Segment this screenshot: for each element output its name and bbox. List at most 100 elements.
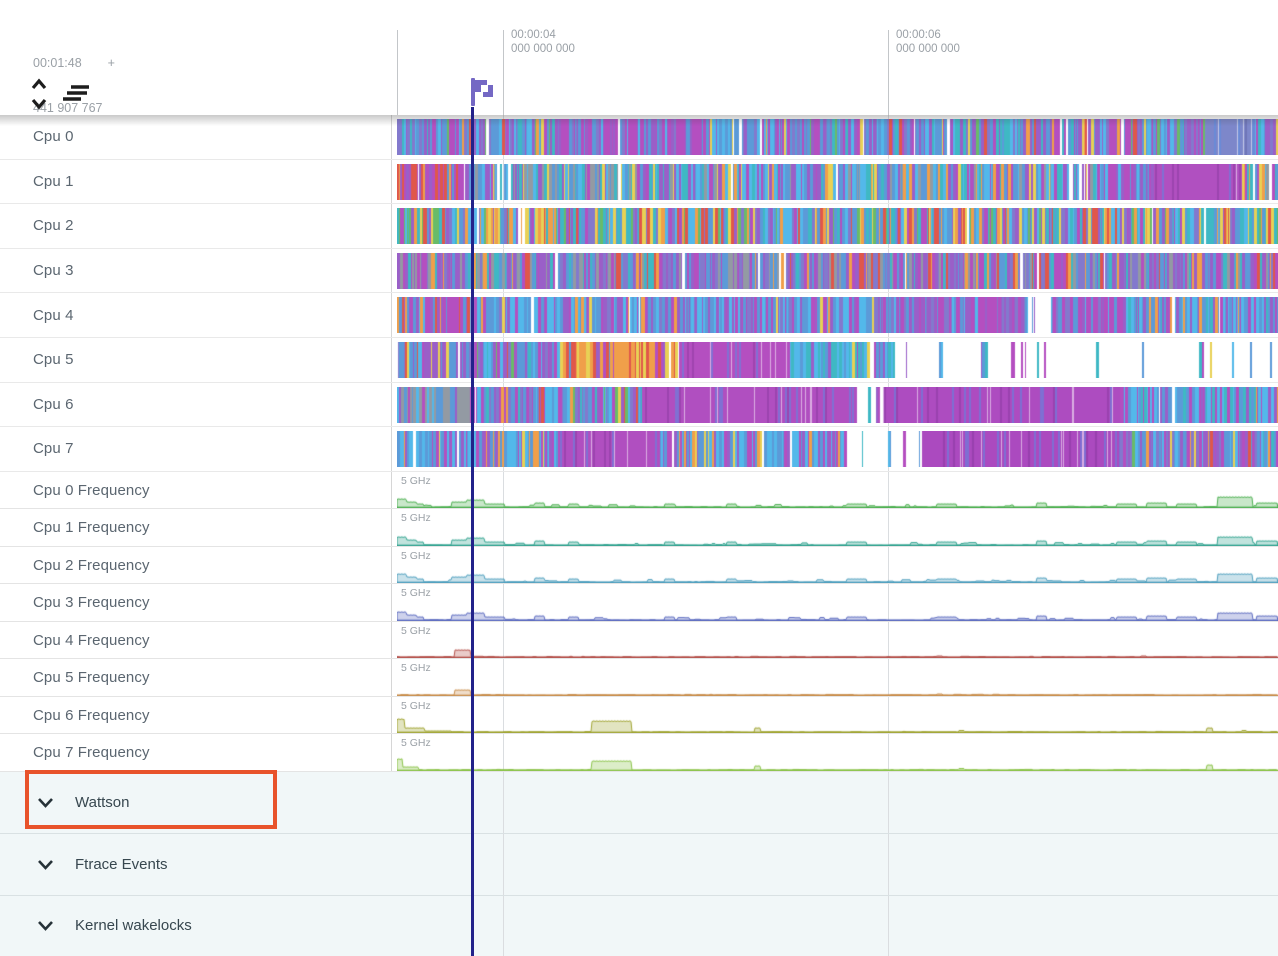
unfold-more-icon[interactable] — [29, 78, 49, 110]
track-label: Cpu 6 Frequency — [33, 707, 150, 724]
track-label: Cpu 3 Frequency — [33, 594, 150, 611]
track-row-cpu-7[interactable]: Cpu 7 — [0, 427, 1278, 472]
track-row-cpu-1-frequency[interactable]: Cpu 1 Frequency 5 GHz — [0, 509, 1278, 547]
track-row-cpu-7-frequency[interactable]: Cpu 7 Frequency 5 GHz — [0, 734, 1278, 772]
track-row-cpu-0[interactable]: Cpu 0 — [0, 115, 1278, 160]
flag-marker-icon[interactable] — [465, 76, 497, 108]
chevron-down-icon[interactable] — [37, 859, 54, 870]
timeline-gridline — [888, 834, 889, 895]
sched-slices-canvas[interactable] — [397, 164, 1278, 200]
track-timeline-area[interactable] — [392, 383, 1278, 427]
track-row-cpu-6-frequency[interactable]: Cpu 6 Frequency 5 GHz — [0, 697, 1278, 735]
freq-counter-canvas[interactable] — [397, 716, 1278, 733]
track-shell: Cpu 3 — [0, 249, 392, 293]
timeline-gridline — [888, 896, 889, 956]
track-shell: Cpu 1 Frequency — [0, 509, 392, 546]
track-label: Cpu 7 Frequency — [33, 744, 150, 761]
track-shell: Cpu 1 — [0, 160, 392, 204]
track-shell: Cpu 3 Frequency — [0, 584, 392, 621]
track-shell: Cpu 7 Frequency — [0, 734, 392, 771]
track-shell: Cpu 6 — [0, 383, 392, 427]
sched-slices-canvas[interactable] — [397, 119, 1278, 155]
origin-time: 00:01:48 — [33, 56, 82, 70]
track-shell: Cpu 4 — [0, 293, 392, 337]
track-timeline-area[interactable]: 5 GHz — [392, 509, 1278, 546]
sched-slices-canvas[interactable] — [397, 431, 1278, 467]
origin-plus: + — [108, 56, 115, 70]
sched-slices-canvas[interactable] — [397, 208, 1278, 244]
group-label: Kernel wakelocks — [75, 917, 192, 934]
track-list: Cpu 0Cpu 1Cpu 2Cpu 3Cpu 4Cpu 5Cpu 6Cpu 7… — [0, 115, 1278, 956]
counter-max-value-label: 5 GHz — [401, 587, 431, 599]
search-highlight-box — [25, 770, 277, 829]
group-row-wattson[interactable]: Wattson — [0, 772, 1278, 834]
track-label: Cpu 1 Frequency — [33, 519, 150, 536]
track-label: Cpu 0 — [33, 128, 74, 145]
counter-max-value-label: 5 GHz — [401, 550, 431, 562]
counter-max-value-label: 5 GHz — [401, 475, 431, 487]
ruler-tick — [397, 30, 398, 115]
track-row-cpu-6[interactable]: Cpu 6 — [0, 383, 1278, 428]
freq-counter-canvas[interactable] — [397, 566, 1278, 583]
track-timeline-area[interactable]: 5 GHz — [392, 622, 1278, 659]
track-label: Cpu 4 — [33, 307, 74, 324]
sched-slices-canvas[interactable] — [397, 342, 1278, 378]
sched-slices-canvas[interactable] — [397, 253, 1278, 289]
track-timeline-area[interactable]: 5 GHz — [392, 472, 1278, 509]
track-row-cpu-5-frequency[interactable]: Cpu 5 Frequency5 GHz — [0, 659, 1278, 697]
group-row-kernel-wakelocks[interactable]: Kernel wakelocks — [0, 896, 1278, 956]
track-timeline-area[interactable]: 5 GHz — [392, 659, 1278, 696]
freq-counter-canvas[interactable] — [397, 679, 1278, 696]
freq-counter-canvas[interactable] — [397, 641, 1278, 658]
group-label: Wattson — [75, 794, 129, 811]
chevron-down-icon[interactable] — [37, 797, 54, 808]
ruler-tick — [503, 30, 504, 115]
track-row-cpu-2[interactable]: Cpu 2 — [0, 204, 1278, 249]
timeline-gridline — [888, 772, 889, 833]
group-label: Ftrace Events — [75, 856, 168, 873]
freq-counter-canvas[interactable] — [397, 754, 1278, 771]
track-timeline-area[interactable]: 5 GHz — [392, 584, 1278, 621]
timeline-ruler[interactable]: 00:01:48+ 441 907 767 00:00:04000 000 00… — [0, 0, 1278, 115]
freq-counter-canvas[interactable] — [397, 604, 1278, 621]
track-row-cpu-0-frequency[interactable]: Cpu 0 Frequency 5 GHz — [0, 472, 1278, 510]
track-timeline-area[interactable]: 5 GHz — [392, 547, 1278, 584]
track-label: Cpu 2 — [33, 217, 74, 234]
track-shell: Cpu 5 — [0, 338, 392, 382]
track-shell: Cpu 6 Frequency — [0, 697, 392, 734]
track-timeline-area[interactable] — [392, 115, 1278, 159]
track-timeline-area[interactable]: 5 GHz — [392, 697, 1278, 734]
track-row-cpu-2-frequency[interactable]: Cpu 2 Frequency 5 GHz — [0, 547, 1278, 585]
freq-counter-canvas[interactable] — [397, 529, 1278, 546]
track-label: Cpu 2 Frequency — [33, 557, 150, 574]
track-shell: Cpu 7 — [0, 427, 392, 471]
track-timeline-area[interactable] — [392, 427, 1278, 471]
track-timeline-area[interactable]: 5 GHz — [392, 734, 1278, 771]
track-row-cpu-4[interactable]: Cpu 4 — [0, 293, 1278, 338]
chevron-down-icon[interactable] — [37, 920, 54, 931]
track-row-cpu-1[interactable]: Cpu 1 — [0, 160, 1278, 205]
track-label: Cpu 1 — [33, 173, 74, 190]
counter-max-value-label: 5 GHz — [401, 662, 431, 674]
track-timeline-area[interactable] — [392, 204, 1278, 248]
track-row-cpu-3[interactable]: Cpu 3 — [0, 249, 1278, 294]
sched-slices-canvas[interactable] — [397, 387, 1278, 423]
track-timeline-area[interactable] — [392, 338, 1278, 382]
freq-counter-canvas[interactable] — [397, 491, 1278, 508]
track-timeline-area[interactable] — [392, 249, 1278, 293]
ruler-tick-label: 00:00:04000 000 000 — [511, 28, 575, 56]
sort-tracks-icon[interactable] — [61, 83, 91, 105]
group-row-ftrace-events[interactable]: Ftrace Events — [0, 834, 1278, 896]
track-timeline-area[interactable] — [392, 293, 1278, 337]
track-shell: Cpu 2 Frequency — [0, 547, 392, 584]
track-row-cpu-4-frequency[interactable]: Cpu 4 Frequency5 GHz — [0, 622, 1278, 660]
flag-marker-line[interactable] — [471, 107, 474, 956]
track-row-cpu-3-frequency[interactable]: Cpu 3 Frequency 5 GHz — [0, 584, 1278, 622]
track-label: Cpu 3 — [33, 262, 74, 279]
track-shell: Cpu 4 Frequency — [0, 622, 392, 659]
track-row-cpu-5[interactable]: Cpu 5 — [0, 338, 1278, 383]
track-shell: Cpu 0 — [0, 115, 392, 159]
track-timeline-area[interactable] — [392, 160, 1278, 204]
track-shell: Cpu 0 Frequency — [0, 472, 392, 509]
sched-slices-canvas[interactable] — [397, 297, 1278, 333]
